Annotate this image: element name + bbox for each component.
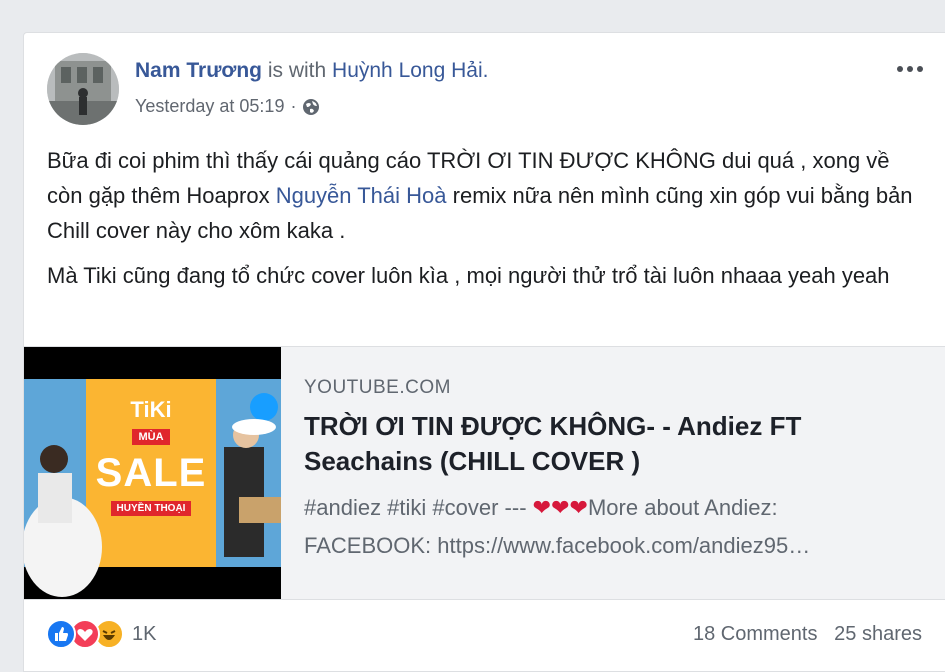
globe-icon[interactable] xyxy=(302,98,320,116)
post-header: Nam Trương is with Huỳnh Long Hải. xyxy=(135,59,488,83)
post-paragraph-1: Bữa đi coi phim thì thấy cái quảng cáo T… xyxy=(47,143,927,248)
timestamp-link[interactable]: Yesterday at 05:19 xyxy=(135,96,284,117)
thumb-brand: TiKi xyxy=(130,397,172,422)
preview-title[interactable]: TRỜI ƠI TIN ĐƯỢC KHÔNG- - Andiez FT Seac… xyxy=(304,409,924,479)
heart-icon: ❤ xyxy=(551,495,570,520)
post-body: Bữa đi coi phim thì thấy cái quảng cáo T… xyxy=(47,143,927,303)
author-name-link[interactable]: Nam Trương xyxy=(135,59,262,82)
preview-description: #andiez #tiki #cover --- ❤❤❤More about A… xyxy=(304,489,924,565)
reaction-count: 1K xyxy=(132,622,157,645)
thumb-sale: SALE xyxy=(95,451,207,495)
comments-count-link[interactable]: 18 Comments xyxy=(693,623,818,645)
separator-dot: · xyxy=(290,96,297,116)
reactions-summary[interactable]: 1K xyxy=(46,619,156,649)
shares-count-link[interactable]: 25 shares xyxy=(834,623,922,645)
post-paragraph-2: Mà Tiki cũng đang tổ chức cover luôn kìa… xyxy=(47,263,890,288)
mention-link[interactable]: Nguyễn Thái Hoà xyxy=(276,183,447,208)
thumb-sub: HUYỀN THOẠI xyxy=(110,501,192,516)
more-options-icon xyxy=(897,66,903,72)
preview-desc-line2: FACEBOOK: https://www.facebook.com/andie… xyxy=(304,533,811,558)
heart-icon: ❤ xyxy=(569,495,588,520)
thumb-mua: MÙA xyxy=(132,429,170,445)
post-stats: 18 Comments 25 shares xyxy=(693,623,922,646)
more-options-button[interactable] xyxy=(893,59,927,79)
post-card: Nam Trương is with Huỳnh Long Hải. Yeste… xyxy=(23,32,945,672)
post-footer: 1K 18 Comments 25 shares xyxy=(24,617,945,657)
author-avatar[interactable] xyxy=(47,53,119,125)
tagged-user-link[interactable]: Huỳnh Long Hải. xyxy=(332,59,488,82)
preview-text: YOUTUBE.COM TRỜI ƠI TIN ĐƯỢC KHÔNG- - An… xyxy=(304,377,924,565)
link-preview-card[interactable]: TiKi MÙA SALE HUYỀN THOẠI YOUTUBE.COM TR… xyxy=(24,346,945,600)
heart-icon: ❤ xyxy=(532,495,552,520)
with-text: is with xyxy=(267,59,327,82)
post-timestamp: Yesterday at 05:19 · xyxy=(135,96,320,117)
video-thumbnail[interactable]: TiKi MÙA SALE HUYỀN THOẠI xyxy=(24,347,281,599)
preview-domain: YOUTUBE.COM xyxy=(304,377,451,398)
like-reaction-icon xyxy=(46,619,76,649)
preview-desc-b: More about Andiez: xyxy=(587,495,778,520)
preview-desc-a: #andiez #tiki #cover --- xyxy=(304,495,527,520)
